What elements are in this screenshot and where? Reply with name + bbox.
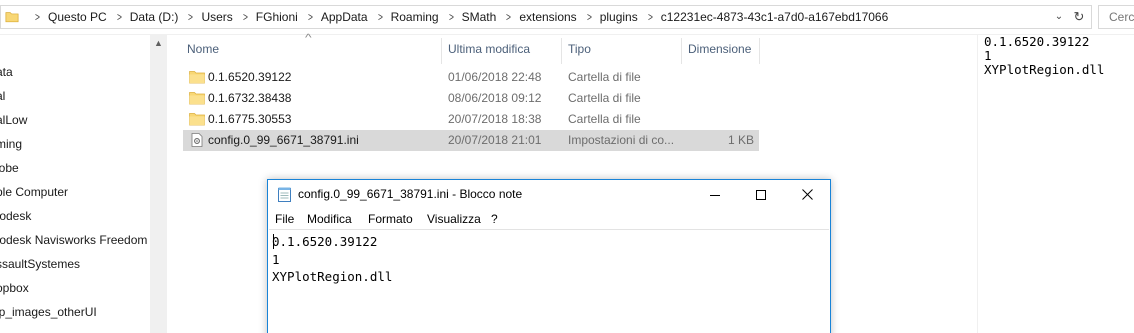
file-name: config.0_99_6671_38791.ini — [208, 133, 359, 147]
column-header-modified[interactable]: Ultima modifica — [448, 41, 530, 63]
menu-formato[interactable]: Formato — [368, 212, 413, 226]
breadcrumb-item[interactable]: Users — [201, 10, 232, 24]
file-size: 1 KB — [727, 133, 754, 147]
file-type: Cartella di file — [568, 112, 641, 126]
refresh-icon[interactable]: ↻ — [1071, 9, 1087, 25]
close-icon — [801, 189, 813, 201]
nav-item[interactable]: opbox — [0, 277, 29, 299]
breadcrumb: > Questo PC > Data (D:) > Users > FGhion… — [25, 6, 888, 28]
nav-item[interactable]: al — [0, 85, 5, 107]
breadcrumb-item[interactable]: SMath — [462, 10, 497, 24]
sort-ascending-icon: ^ — [305, 33, 312, 44]
column-divider[interactable] — [441, 38, 442, 64]
editor-content: 0.1.6520.39122 1 XYPlotRegion.dll — [272, 233, 392, 286]
menu-visualizza[interactable]: Visualizza — [427, 212, 481, 226]
column-divider[interactable] — [681, 38, 682, 64]
file-name: 0.1.6520.39122 — [208, 70, 292, 84]
search-placeholder: Cerca — [1109, 10, 1134, 24]
breadcrumb-item[interactable]: AppData — [321, 10, 368, 24]
nav-item[interactable]: lp_images_otherUI — [0, 301, 97, 323]
nav-item[interactable]: ata — [0, 61, 13, 83]
file-row[interactable]: 0.1.6520.39122 01/06/2018 22:48 Cartella… — [183, 67, 759, 88]
column-header-type[interactable]: Tipo — [568, 41, 591, 63]
preview-divider[interactable] — [977, 35, 978, 333]
chevron-right-icon[interactable]: > — [587, 10, 592, 24]
folder-icon — [189, 71, 205, 84]
breadcrumb-item[interactable]: Questo PC — [48, 10, 107, 24]
text-editor[interactable]: 0.1.6520.39122 1 XYPlotRegion.dll — [269, 229, 829, 333]
column-divider[interactable] — [561, 38, 562, 64]
folder-icon — [5, 12, 19, 23]
chevron-right-icon[interactable]: > — [506, 10, 511, 24]
folder-icon — [189, 92, 205, 105]
chevron-right-icon[interactable]: > — [117, 10, 122, 24]
column-header-name[interactable]: Nome — [187, 41, 219, 63]
chevron-right-icon[interactable]: > — [308, 10, 313, 24]
column-header-size[interactable]: Dimensione — [688, 41, 751, 63]
text-caret — [273, 234, 274, 249]
preview-pane: 0.1.6520.39122 1 XYPlotRegion.dll — [984, 35, 1104, 77]
preview-line: 0.1.6520.39122 — [984, 34, 1090, 49]
ini-file-icon — [191, 133, 203, 147]
file-modified: 08/06/2018 09:12 — [448, 91, 542, 105]
maximize-button[interactable] — [738, 180, 784, 209]
file-type: Impostazioni di co... — [568, 133, 675, 147]
breadcrumb-item[interactable]: plugins — [600, 10, 638, 24]
minimize-icon — [710, 194, 720, 196]
notepad-window: config.0_99_6671_38791.ini - Blocco note… — [267, 179, 831, 333]
nav-item[interactable]: todesk Navisworks Freedom — [0, 229, 147, 251]
menu-modifica[interactable]: Modifica — [307, 212, 352, 226]
breadcrumb-item[interactable]: FGhioni — [256, 10, 298, 24]
close-button[interactable] — [784, 180, 830, 209]
nav-item[interactable]: ple Computer — [0, 181, 68, 203]
file-type: Cartella di file — [568, 70, 641, 84]
folder-icon — [189, 113, 205, 126]
editor-line: XYPlotRegion.dll — [272, 269, 393, 284]
editor-line: 0.1.6520.39122 — [272, 234, 378, 249]
breadcrumb-item[interactable]: extensions — [519, 10, 576, 24]
breadcrumb-item[interactable]: c12231ec-4873-43c1-a7d0-a167ebd17066 — [661, 10, 889, 24]
chevron-right-icon[interactable]: > — [35, 10, 40, 24]
address-field[interactable]: > Questo PC > Data (D:) > Users > FGhion… — [0, 5, 1092, 29]
nav-scrollbar[interactable]: ▲ — [150, 35, 167, 333]
chevron-down-icon[interactable]: ⌄ — [1051, 9, 1067, 25]
preview-line: XYPlotRegion.dll — [984, 62, 1105, 77]
file-row-selected[interactable]: config.0_99_6671_38791.ini 20/07/2018 21… — [183, 130, 759, 151]
file-modified: 20/07/2018 21:01 — [448, 133, 542, 147]
file-modified: 01/06/2018 22:48 — [448, 70, 542, 84]
file-name: 0.1.6775.30553 — [208, 112, 292, 126]
file-name: 0.1.6732.38438 — [208, 91, 292, 105]
address-bar: > Questo PC > Data (D:) > Users > FGhion… — [0, 0, 1134, 35]
chevron-right-icon[interactable]: > — [378, 10, 383, 24]
menu-file[interactable]: File — [275, 212, 294, 226]
chevron-right-icon[interactable]: > — [648, 10, 653, 24]
file-type: Cartella di file — [568, 91, 641, 105]
file-row[interactable]: 0.1.6775.30553 20/07/2018 18:38 Cartella… — [183, 109, 759, 130]
notepad-icon — [278, 187, 291, 202]
nav-item[interactable]: ssaultSystemes — [0, 253, 80, 275]
nav-item[interactable]: ming — [0, 133, 22, 155]
title-bar[interactable]: config.0_99_6671_38791.ini - Blocco note — [268, 180, 830, 209]
chevron-right-icon[interactable]: > — [188, 10, 193, 24]
breadcrumb-item[interactable]: Data (D:) — [130, 10, 179, 24]
preview-line: 1 — [984, 48, 992, 63]
maximize-icon — [756, 189, 766, 200]
menu-help[interactable]: ? — [491, 212, 498, 226]
minimize-button[interactable] — [692, 180, 738, 209]
breadcrumb-item[interactable]: Roaming — [391, 10, 439, 24]
file-modified: 20/07/2018 18:38 — [448, 112, 542, 126]
nav-item[interactable]: todesk — [0, 205, 31, 227]
window-title: config.0_99_6671_38791.ini - Blocco note — [298, 187, 523, 201]
search-input[interactable]: Cerca — [1098, 5, 1134, 29]
scroll-up-icon[interactable]: ▲ — [150, 35, 167, 52]
nav-item[interactable]: alLow — [0, 109, 27, 131]
file-row[interactable]: 0.1.6732.38438 08/06/2018 09:12 Cartella… — [183, 88, 759, 109]
menu-bar: File Modifica Formato Visualizza ? — [268, 209, 830, 229]
nav-item[interactable]: lobe — [0, 157, 19, 179]
navigation-pane: i ata al alLow ming lobe ple Computer to… — [0, 35, 168, 333]
chevron-right-icon[interactable]: > — [449, 10, 454, 24]
editor-line: 1 — [272, 251, 280, 267]
column-divider[interactable] — [759, 38, 760, 64]
chevron-right-icon[interactable]: > — [243, 10, 248, 24]
